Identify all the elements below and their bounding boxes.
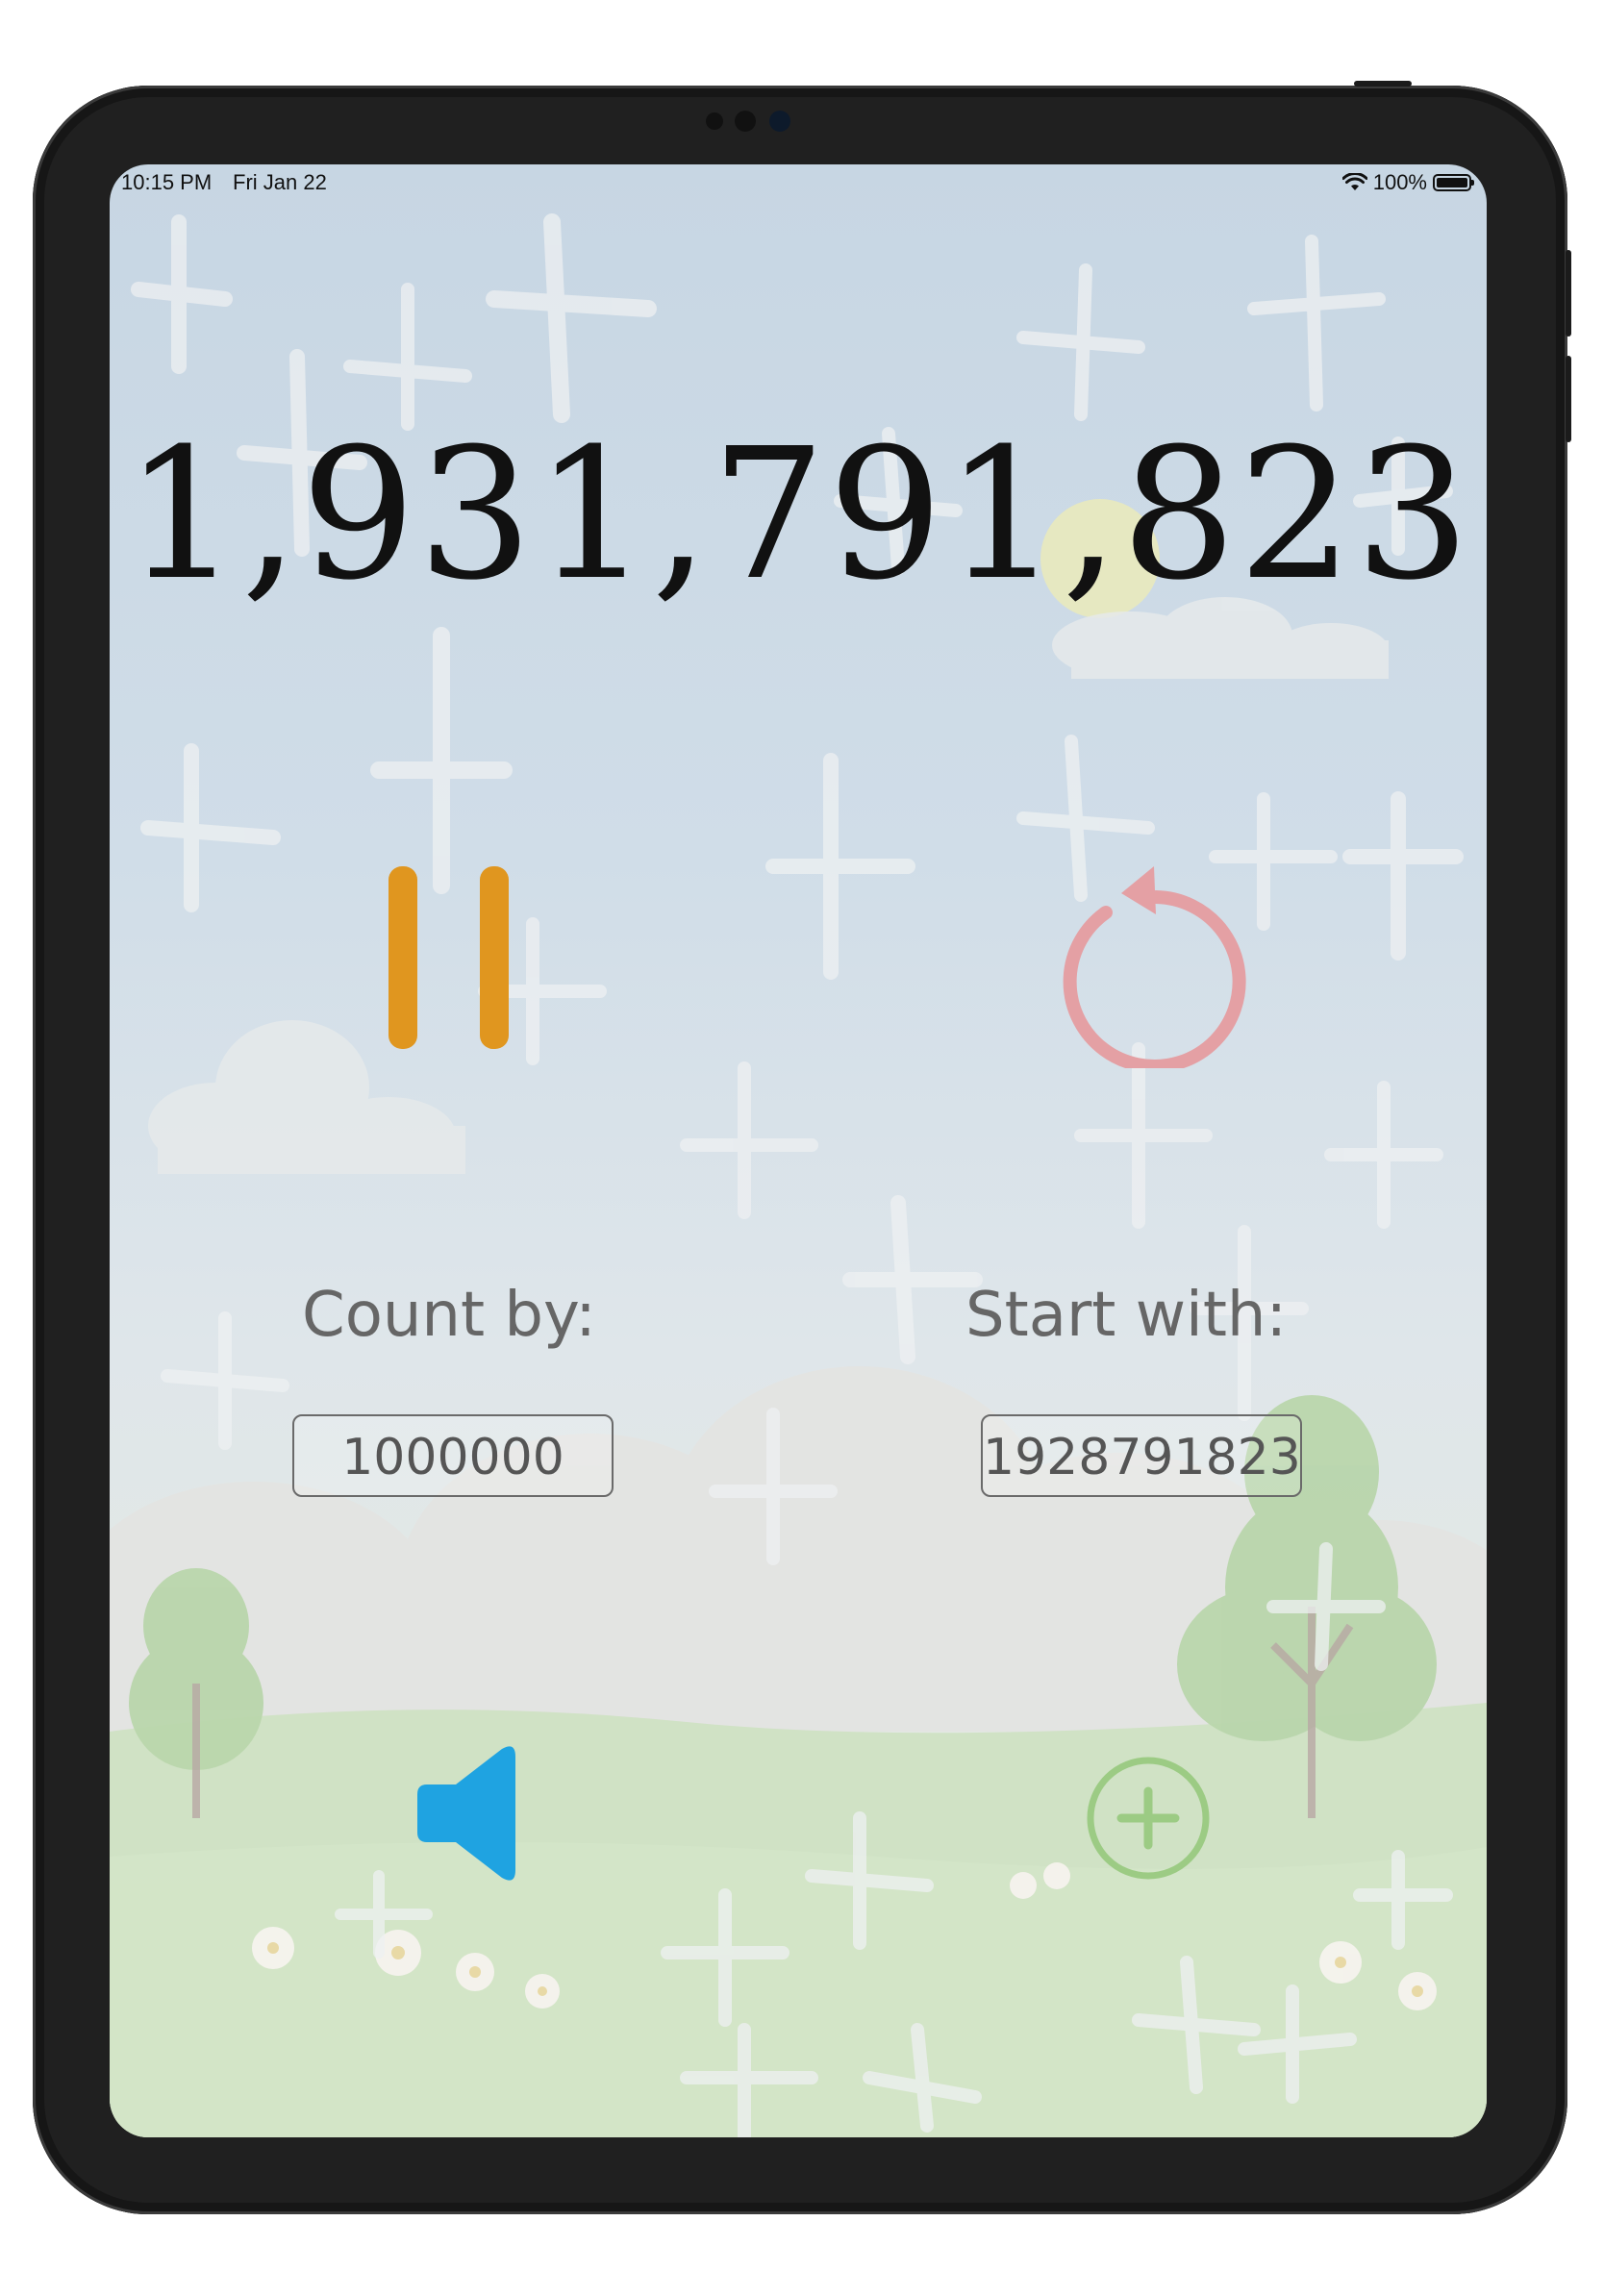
wifi-icon: [1341, 173, 1367, 190]
count-by-label: Count by:: [302, 1280, 596, 1351]
status-bar: 10:15 PM Fri Jan 22 100%: [110, 164, 1487, 203]
volume-down-button: [1566, 356, 1571, 442]
pause-bar-left: [388, 866, 417, 1049]
pause-icon: [388, 866, 509, 1049]
status-date: Fri Jan 22: [233, 170, 327, 194]
pause-button[interactable]: [379, 857, 533, 1049]
status-time: 10:15 PM: [121, 170, 213, 194]
reset-button[interactable]: [1033, 837, 1264, 1073]
speaker-icon: [417, 1746, 515, 1881]
plus-circle-icon: [1087, 1757, 1210, 1880]
start-with-input[interactable]: 1928791823: [981, 1414, 1302, 1497]
sensor-dot: [706, 112, 723, 130]
reset-icon: [1063, 866, 1246, 1073]
battery-percent: 100%: [1372, 170, 1427, 194]
top-button: [1354, 81, 1412, 87]
front-camera: [696, 105, 840, 137]
status-indicators: 100%: [1341, 170, 1474, 195]
camera-lens: [769, 111, 790, 132]
battery-icon: [1433, 174, 1474, 191]
volume-up-button: [1566, 250, 1571, 337]
app-screen: 10:15 PM Fri Jan 22 100% 1,931,791,823 C…: [110, 164, 1487, 2137]
start-with-label: Start with:: [965, 1280, 1288, 1351]
add-button[interactable]: [1081, 1751, 1216, 1885]
count-by-input[interactable]: 1000000: [292, 1414, 614, 1497]
counter-display: 1,931,791,823: [124, 410, 1472, 620]
pause-bar-right: [480, 866, 509, 1049]
sensor-dot: [735, 111, 756, 132]
sound-button[interactable]: [408, 1741, 523, 1885]
